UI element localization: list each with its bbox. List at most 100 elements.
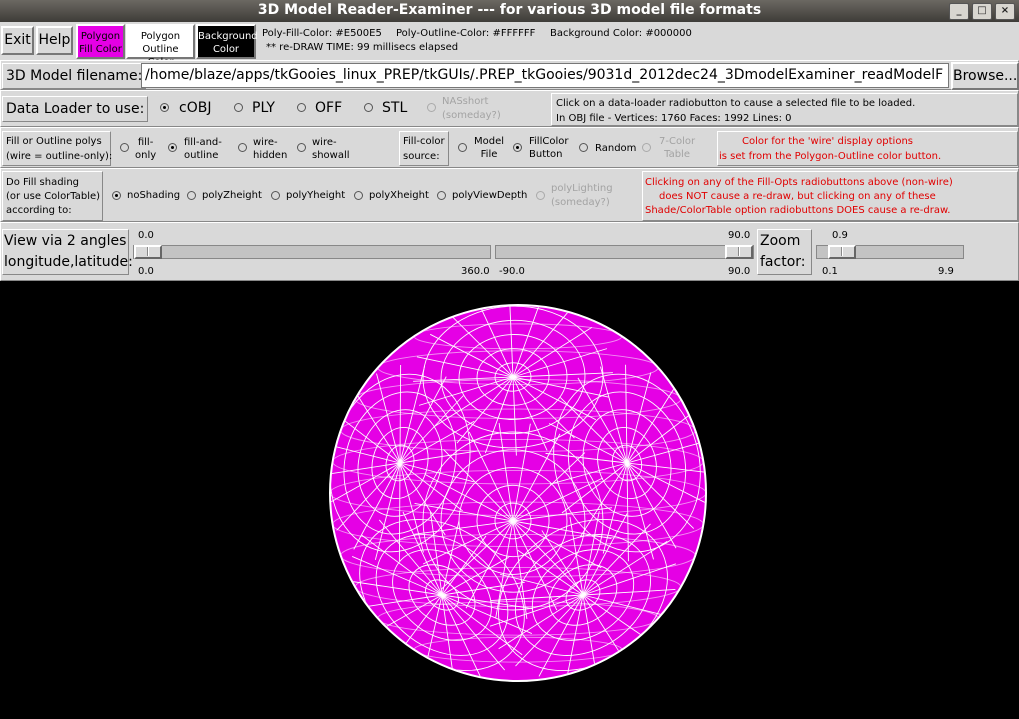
wire-note-box: Color for the 'wire' display options is … [717, 131, 1018, 166]
fill-source-label2: source: [403, 151, 440, 162]
radio-polyzheight[interactable] [187, 191, 196, 200]
fill-color-info: Poly-Fill-Color: #E500E5 [262, 28, 382, 39]
latitude-slider-thumb[interactable] [725, 245, 753, 259]
bg-btn-line1: Background [198, 31, 258, 42]
option-nasshort: NASshort [442, 96, 489, 107]
redraw-note-line3: Shade/ColorTable option radiobuttons DOE… [645, 205, 951, 216]
option-nasshort-note: (someday?) [442, 110, 501, 121]
fill-outline-label1: Fill or Outline polys [6, 136, 102, 147]
close-icon[interactable]: × [995, 3, 1015, 20]
option-off: OFF [315, 100, 343, 116]
radio-fill-only[interactable] [120, 143, 129, 152]
option-model-file: Model File [474, 135, 504, 161]
radio-fill-and-outline[interactable] [168, 143, 177, 152]
longitude-slider[interactable] [133, 245, 491, 259]
option-fill-and-outline: fill-and-outline [184, 136, 222, 162]
polygon-fill-color-button[interactable]: Polygon Fill Color [76, 24, 125, 59]
longitude-min: 0.0 [138, 266, 154, 277]
zoom-min: 0.1 [822, 266, 838, 277]
redraw-note-line1: Clicking on any of the Fill-Opts radiobu… [645, 177, 953, 188]
zoom-value: 0.9 [832, 230, 848, 241]
view-label-box: View via 2 angles longitude,latitude: [2, 229, 133, 275]
option-wire-showall: wire-showall [312, 136, 350, 162]
toolbar-row: Exit Help Polygon Fill Color Polygon Out… [0, 22, 1019, 68]
shading-label2: (or use ColorTable) [6, 191, 101, 202]
radio-ply[interactable] [234, 103, 243, 112]
radio-off[interactable] [297, 103, 306, 112]
shading-label3: according to: [6, 205, 72, 216]
wire-note-line2: is set from the Polygon-Outline color bu… [719, 151, 942, 162]
browse-button[interactable]: Browse... [951, 62, 1019, 90]
src4a: 7-Color [659, 136, 696, 147]
filename-label: 3D Model filename: [2, 63, 147, 89]
exit-button[interactable]: Exit [1, 26, 34, 55]
maximize-icon[interactable]: □ [972, 3, 992, 20]
polygon-outline-color-button[interactable]: Polygon Outline Color [126, 24, 195, 68]
radio-model-file[interactable] [458, 143, 467, 152]
background-color-button[interactable]: Background Color [196, 24, 258, 59]
radio-random[interactable] [579, 143, 588, 152]
option-polylighting-note: (someday?) [551, 197, 610, 208]
src1a: Model [474, 136, 505, 147]
radio-wire-showall[interactable] [297, 143, 306, 152]
radio-noshading[interactable] [112, 191, 121, 200]
loader-info-box: Click on a data-loader radiobutton to ca… [551, 93, 1018, 126]
fill-options-row: Fill or Outline polys (wire = outline-on… [0, 127, 1019, 168]
zoom-label1: Zoom [760, 233, 801, 249]
outline-btn-line1: Polygon [140, 31, 181, 42]
help-button[interactable]: Help [36, 26, 73, 55]
opt3b: hidden [253, 150, 288, 161]
filename-field[interactable]: /home/blaze/apps/tkGooies_linux_PREP/tkG… [141, 63, 949, 88]
zoom-slider-thumb[interactable] [828, 245, 856, 259]
bg-btn-line2: Color [212, 44, 240, 55]
option-ply: PLY [252, 100, 275, 116]
option-polyyheight: polyYheight [286, 190, 346, 201]
option-wire-hidden: wire-hidden [253, 136, 287, 162]
loader-label: Data Loader to use: [2, 96, 149, 122]
view-row: View via 2 angles longitude,latitude: 0.… [0, 222, 1019, 281]
longitude-value: 0.0 [138, 230, 154, 241]
shading-label1: Do Fill shading [6, 177, 80, 188]
radio-polyyheight[interactable] [271, 191, 280, 200]
zoom-label2: factor: [760, 254, 806, 270]
opt2a: fill-and- [184, 137, 222, 148]
option-random: Random [595, 143, 637, 154]
radio-fillcolor-button[interactable] [513, 143, 522, 152]
filename-row: 3D Model filename: /home/blaze/apps/tkGo… [0, 60, 1019, 90]
latitude-slider[interactable] [495, 245, 754, 259]
fill-outline-label2: (wire = outline-only): [6, 151, 113, 162]
latitude-min: -90.0 [499, 266, 525, 277]
src1b: File [480, 149, 498, 160]
fill-btn-line2: Fill Color [79, 44, 122, 55]
radio-polyviewdepth[interactable] [437, 191, 446, 200]
window-title-bar: 3D Model Reader-Examiner --- for various… [0, 0, 1019, 22]
fill-color-source-label-box: Fill-color source: [399, 131, 449, 166]
radio-polyxheight[interactable] [354, 191, 363, 200]
redraw-time: ** re-DRAW TIME: 99 millisecs elapsed [266, 42, 459, 53]
shading-label-box: Do Fill shading (or use ColorTable) acco… [2, 171, 103, 221]
model-canvas[interactable] [0, 281, 1019, 715]
option-fillcolor-button: FillColor Button [529, 135, 568, 161]
radio-polylighting[interactable] [536, 191, 545, 200]
opt4b: showall [312, 150, 350, 161]
radio-wire-hidden[interactable] [238, 143, 247, 152]
radio-cobj[interactable] [160, 103, 169, 112]
longitude-slider-thumb[interactable] [134, 245, 162, 259]
latitude-max: 90.0 [728, 266, 751, 277]
zoom-slider[interactable] [816, 245, 964, 259]
option-polyzheight: polyZheight [202, 190, 262, 201]
opt1b: only [135, 150, 157, 161]
minimize-icon[interactable]: _ [949, 3, 969, 20]
view-label1: View via 2 angles [4, 233, 127, 249]
loader-row: Data Loader to use: cOBJ PLY OFF STL NAS… [0, 90, 1019, 127]
view-label2: longitude,latitude: [4, 254, 133, 270]
fill-btn-line1: Polygon [80, 31, 121, 42]
radio-stl[interactable] [364, 103, 373, 112]
opt3a: wire- [253, 137, 278, 148]
latitude-value: 90.0 [728, 230, 751, 241]
radio-7color-table[interactable] [642, 143, 651, 152]
option-7color-table: 7-Color Table [659, 135, 695, 161]
src2b: Button [529, 149, 563, 160]
outline-color-info: Poly-Outline-Color: #FFFFFF [396, 28, 536, 39]
radio-nasshort[interactable] [427, 103, 436, 112]
